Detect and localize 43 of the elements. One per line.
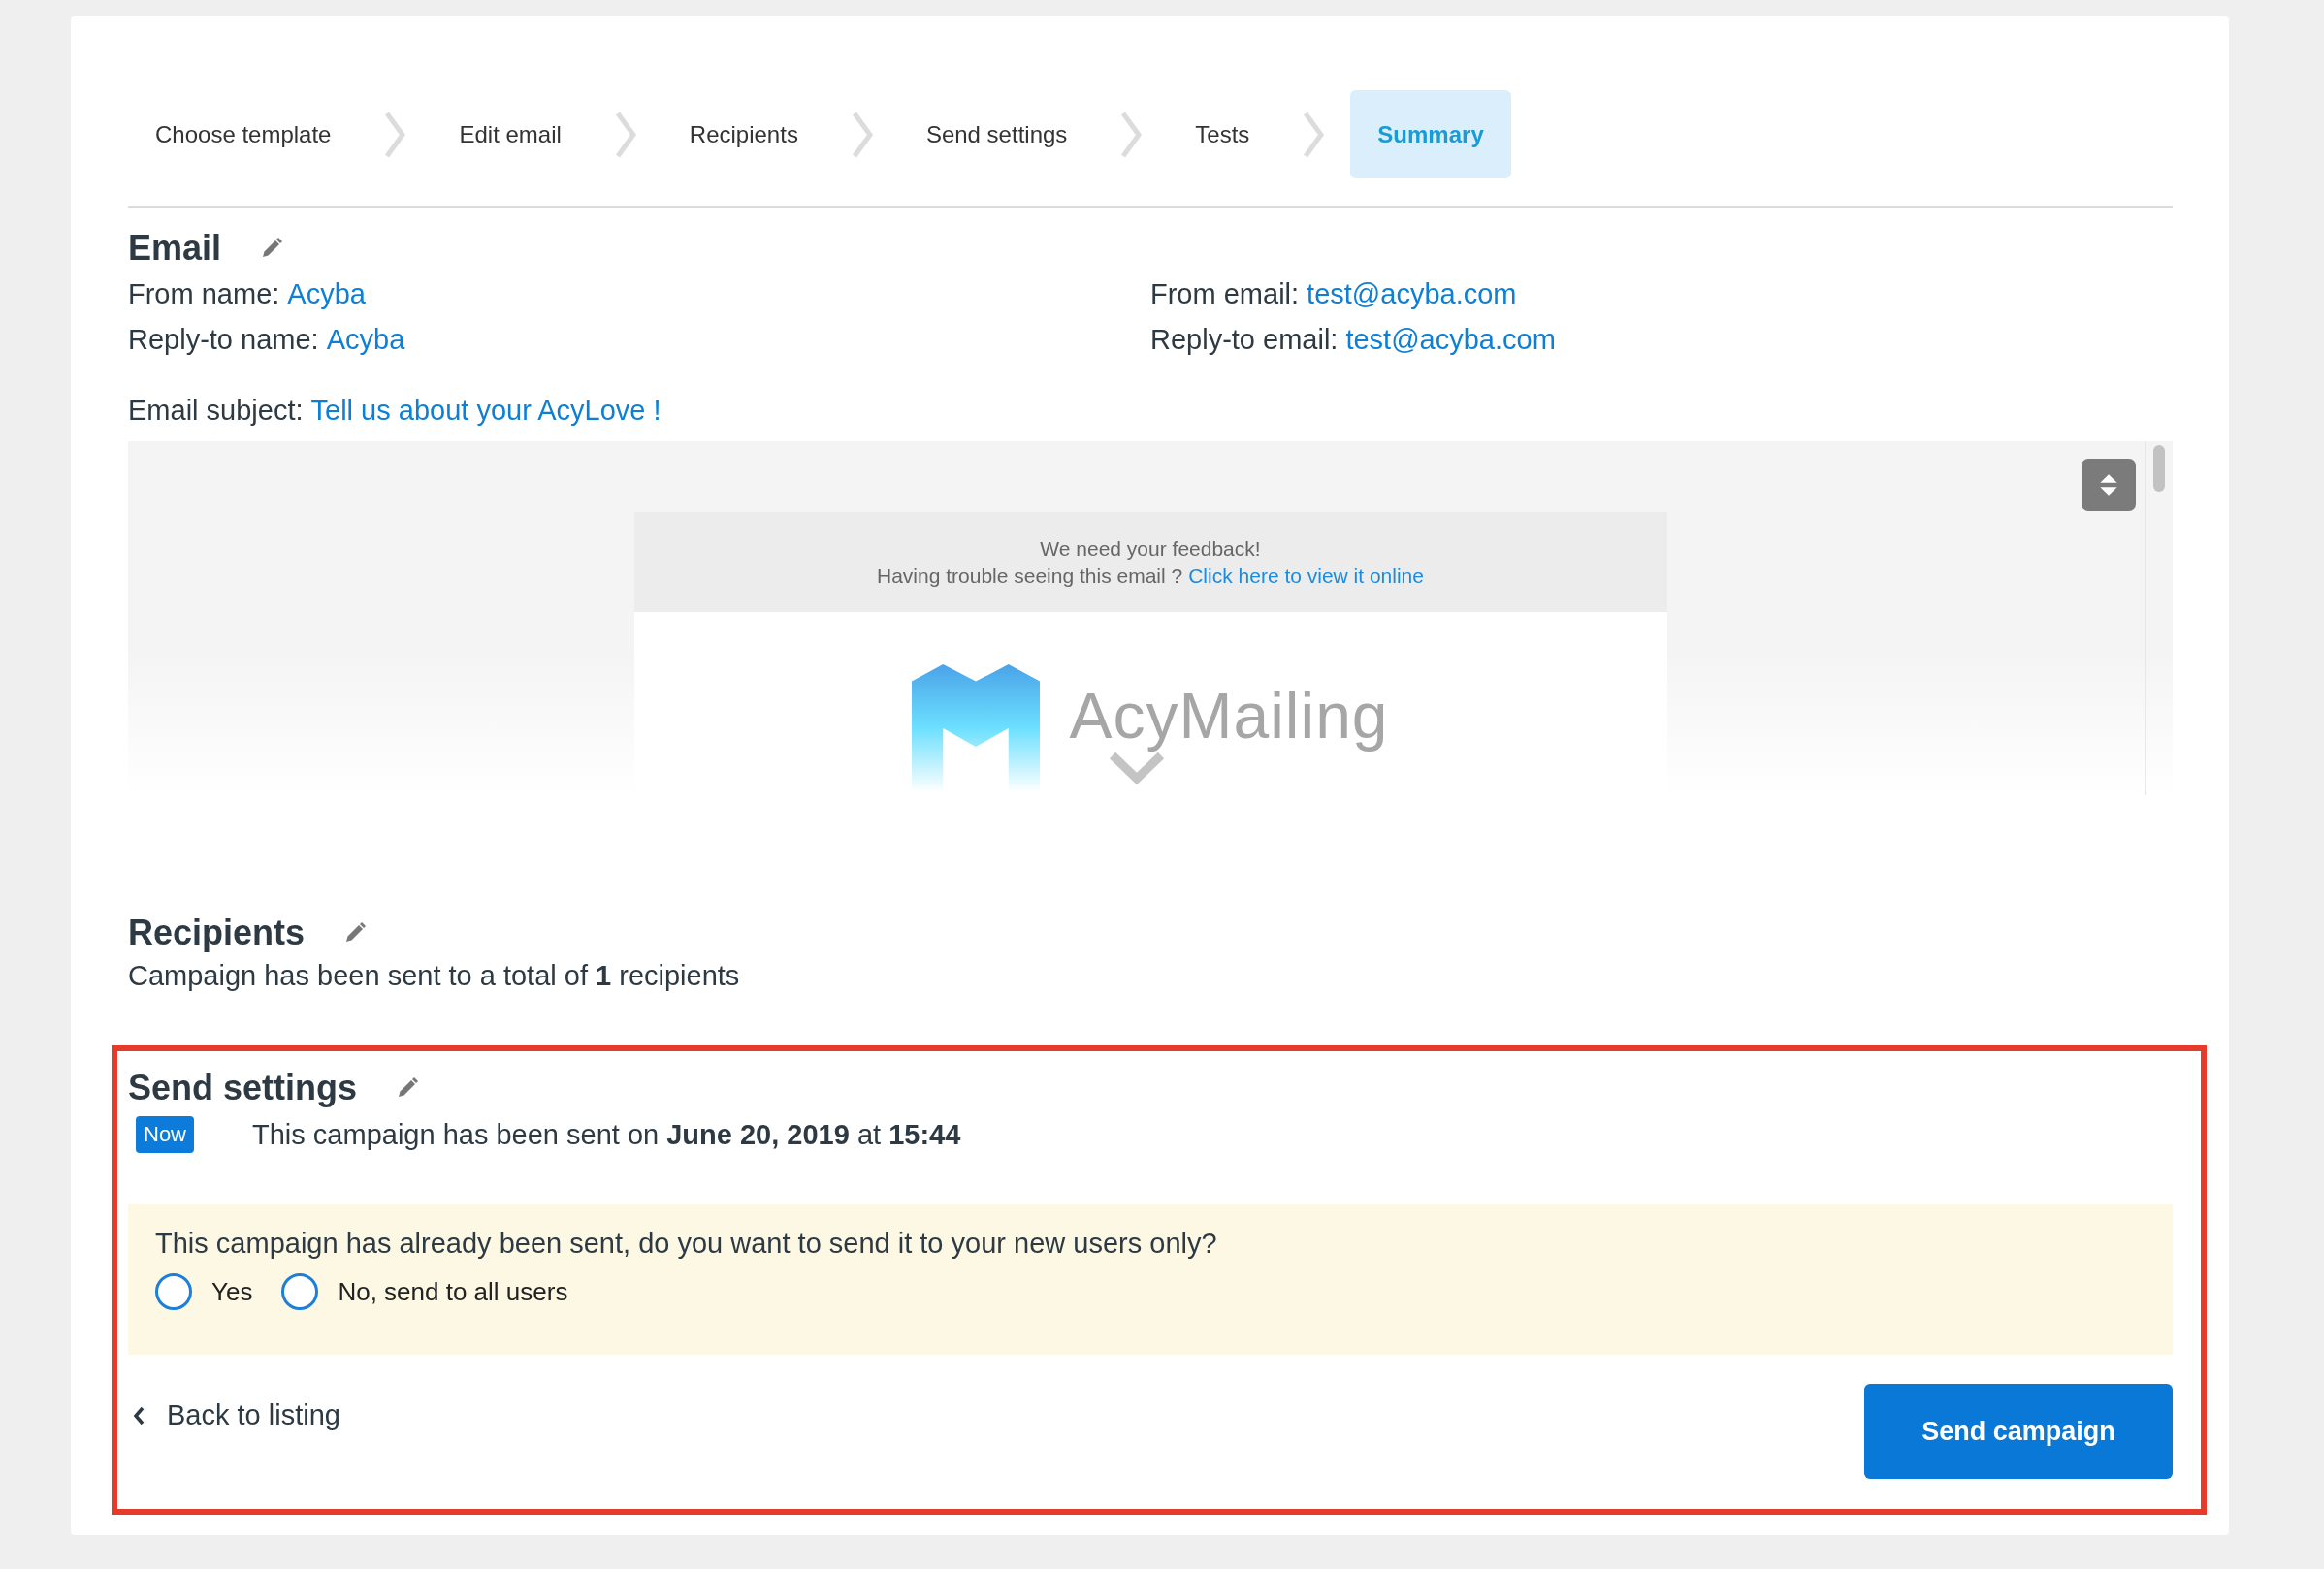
radio-option[interactable]: No, send to all users [281, 1273, 568, 1310]
chevron-icon [1302, 110, 1326, 159]
radio-circle[interactable] [281, 1273, 319, 1310]
logo-icon [912, 664, 1041, 792]
expand-toggle-icon[interactable] [2082, 459, 2136, 511]
section-title: Email [128, 228, 222, 269]
scrollbar-thumb[interactable] [2153, 445, 2165, 492]
pencil-icon[interactable] [396, 1076, 420, 1100]
chevron-icon [613, 110, 637, 159]
pencil-icon[interactable] [260, 237, 284, 260]
step-tab[interactable]: Choose template [128, 90, 359, 178]
status-badge: Now [136, 1116, 194, 1153]
chevron-icon [1119, 110, 1144, 159]
step-tab[interactable]: Send settings [898, 90, 1095, 178]
field-label: From email: [1150, 277, 1300, 311]
logo-text: AcyMailing [1069, 679, 1389, 753]
step-tab[interactable]: Edit email [432, 90, 589, 178]
chevron-icon [383, 110, 407, 159]
header-text: Having trouble seeing this email ? [877, 563, 1183, 588]
radio-option[interactable]: Yes [155, 1273, 253, 1310]
field-label: Reply-to name: [128, 323, 319, 357]
recipients-summary: Campaign has been sent to a total of 1 recipients [128, 959, 741, 993]
radio-circle[interactable] [155, 1273, 192, 1310]
field-value: Acyba [287, 277, 366, 311]
step-tab[interactable]: Tests [1168, 90, 1277, 178]
field-label: From name: [128, 277, 280, 311]
sent-date-text: This campaign has been sent on June 20, 2019 at 15:44 [252, 1118, 961, 1152]
chevron-icon [850, 110, 874, 159]
field-value: Acyba [326, 323, 405, 357]
section-title: Send settings [128, 1068, 358, 1108]
field-label: Email subject: [128, 394, 304, 428]
field-label: Reply-to email: [1150, 323, 1339, 357]
header-text: We need your feedback! [1040, 536, 1261, 560]
notice-question: This campaign has already been sent, do you want to send it to your new users only? [155, 1228, 1218, 1260]
field-value: test@acyba.com [1307, 277, 1517, 311]
chevron-left-icon [132, 1404, 145, 1426]
section-title: Recipients [128, 913, 306, 953]
back-link[interactable]: Back to listing [128, 1399, 340, 1431]
field-value: test@acyba.com [1345, 323, 1556, 357]
send-campaign-button[interactable]: Send campaign [1864, 1384, 2173, 1479]
field-value: Tell us about your AcyLove ! [310, 394, 662, 428]
step-tab[interactable]: Recipients [662, 90, 825, 178]
pencil-icon[interactable] [343, 921, 368, 945]
